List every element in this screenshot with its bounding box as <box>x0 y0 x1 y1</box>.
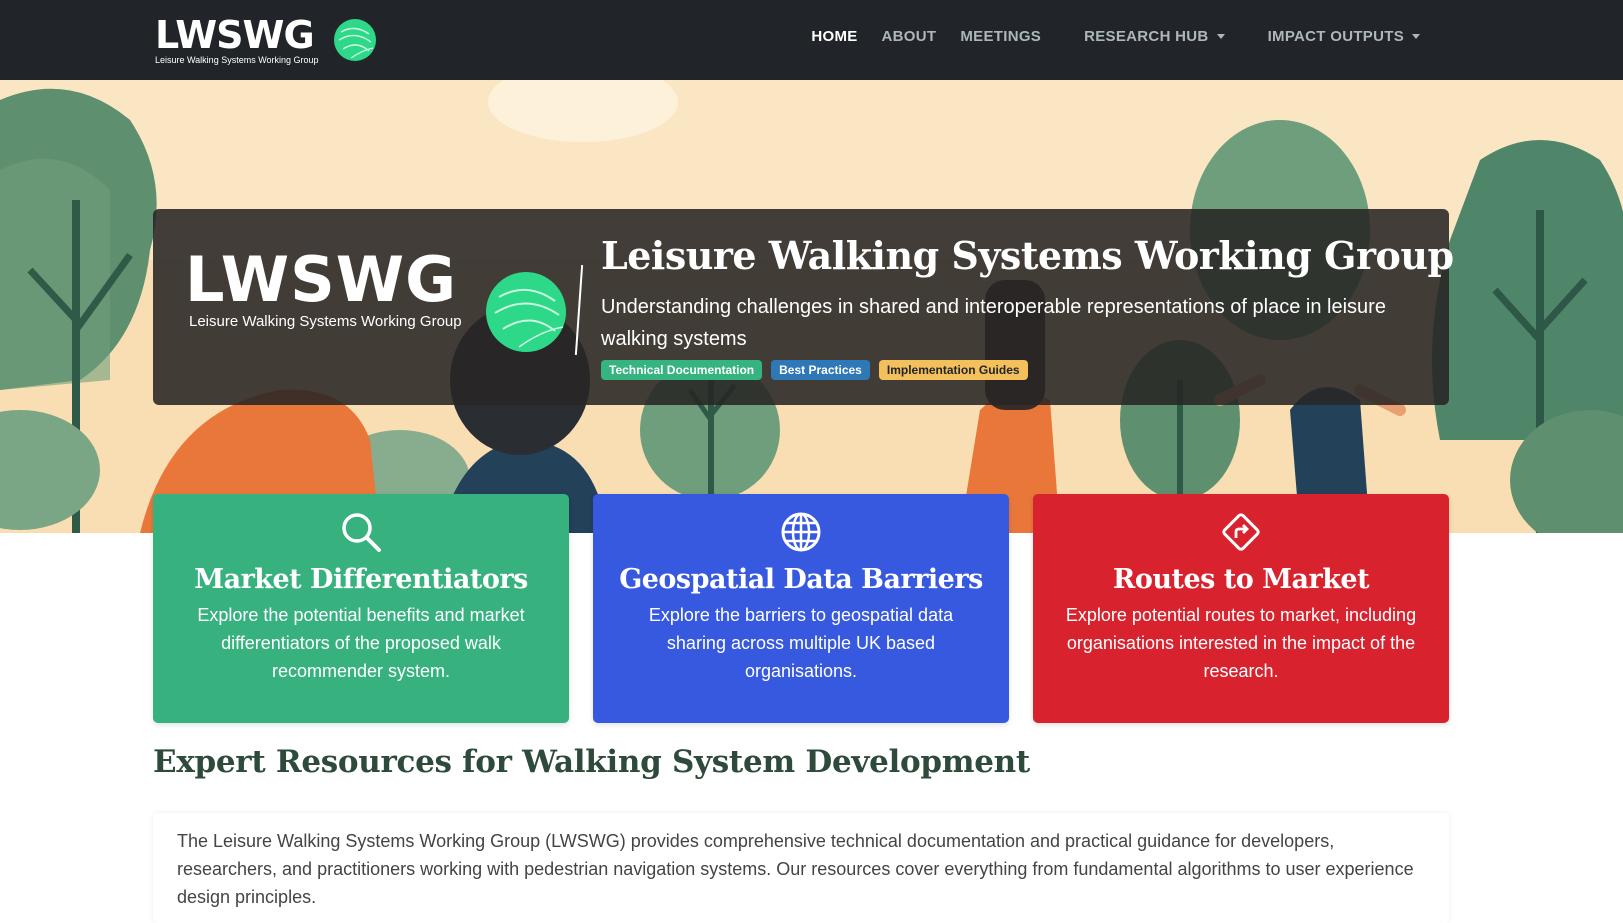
brand-orb-icon <box>333 19 376 61</box>
hero-logo-subtitle: Leisure Walking Systems Working Group <box>189 313 462 330</box>
brand-subtitle: Leisure Walking Systems Working Group <box>155 54 319 65</box>
badge-best-practices: Best Practices <box>771 360 870 380</box>
feature-description: Explore the barriers to geospatial data … <box>648 605 954 681</box>
hero-description: Understanding challenges in shared and i… <box>601 296 1386 350</box>
feature-title: Routes to Market <box>1112 564 1370 595</box>
hero-logo-title: LWSWG <box>185 243 458 316</box>
feature-description: Explore the potential benefits and marke… <box>197 605 525 681</box>
nav-impact-outputs-label: IMPACT OUTPUTS <box>1267 27 1404 45</box>
brand-title: LWSWG <box>155 12 315 57</box>
hero-divider <box>574 265 584 355</box>
section-title: Expert Resources for Walking System Deve… <box>153 744 1030 780</box>
hero-logo: LWSWG Leisure Walking Systems Working Gr… <box>185 243 462 331</box>
caret-down-icon <box>1412 33 1420 39</box>
hero-banner: LWSWG Leisure Walking Systems Working Gr… <box>0 80 1623 533</box>
nav-about[interactable]: ABOUT <box>870 28 949 45</box>
hero-card: LWSWG Leisure Walking Systems Working Gr… <box>153 209 1454 405</box>
brand-logo[interactable]: LWSWG Leisure Walking Systems Working Gr… <box>155 12 377 68</box>
caret-down-icon <box>1216 33 1225 39</box>
main-nav: HOME ABOUT MEETINGS RESEARCH HUB IMPACT … <box>799 0 1432 72</box>
nav-home[interactable]: HOME <box>799 28 869 45</box>
hero-badges: Technical Documentation Best Practices I… <box>601 360 1028 380</box>
hero-orb-icon <box>486 272 566 352</box>
nav-research-hub-label: RESEARCH HUB <box>1084 27 1209 45</box>
feature-title: Geospatial Data Barriers <box>619 564 983 595</box>
route-sign-icon <box>1222 513 1260 551</box>
feature-card-geospatial-data-barriers[interactable]: Geospatial Data Barriers Explore the bar… <box>593 494 1009 723</box>
feature-description: Explore potential routes to market, incl… <box>1065 605 1417 681</box>
badge-technical-documentation: Technical Documentation <box>601 360 763 380</box>
hero-title: Leisure Walking Systems Working Group <box>601 233 1454 278</box>
top-navbar: LWSWG Leisure Walking Systems Working Gr… <box>0 0 1623 80</box>
nav-impact-outputs[interactable]: IMPACT OUTPUTS <box>1256 28 1432 45</box>
nav-meetings[interactable]: MEETINGS <box>948 28 1053 45</box>
badge-implementation-guides: Implementation Guides <box>878 360 1028 380</box>
intro-text: The Leisure Walking Systems Working Grou… <box>177 831 1414 907</box>
feature-card-market-differentiators[interactable]: Market Differentiators Explore the poten… <box>153 494 569 723</box>
intro-card: The Leisure Walking Systems Working Grou… <box>153 813 1449 923</box>
feature-title: Market Differentiators <box>194 564 528 595</box>
search-icon <box>342 513 381 552</box>
globe-icon <box>781 512 821 552</box>
nav-research-hub[interactable]: RESEARCH HUB <box>1072 28 1236 45</box>
feature-card-routes-to-market[interactable]: Routes to Market Explore potential route… <box>1033 494 1449 723</box>
